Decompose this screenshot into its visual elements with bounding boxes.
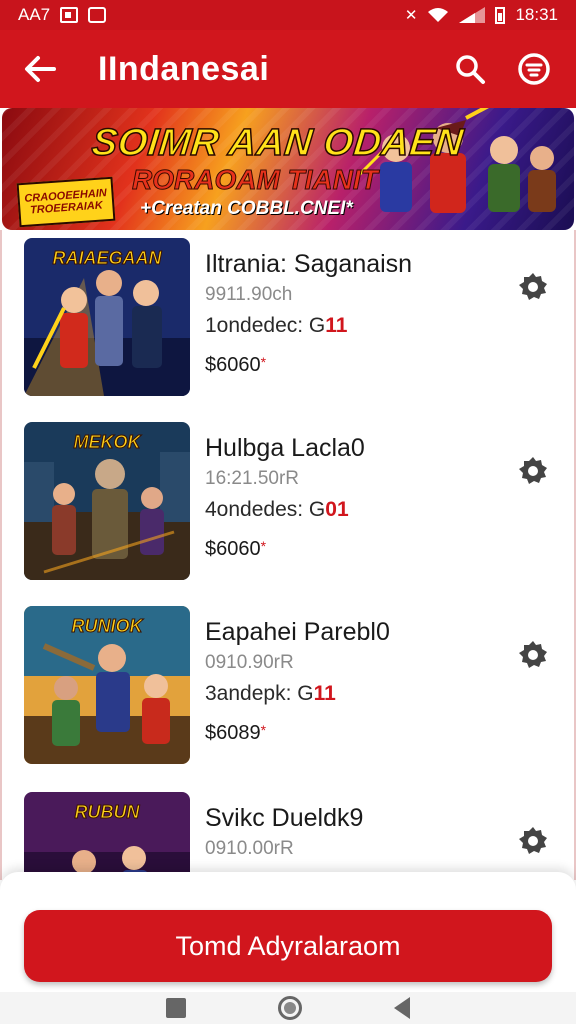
game-thumbnail[interactable]: RUNIOK	[24, 606, 190, 764]
game-price-value: $6089	[205, 722, 261, 744]
status-left: AA7	[18, 5, 107, 25]
image-notification-icon	[88, 7, 107, 23]
banner-tagline: +Creatan COBBL.CNEI*	[140, 198, 353, 219]
back-button[interactable]	[20, 49, 60, 89]
game-price-value: $6060	[205, 354, 261, 376]
list-item[interactable]: RUNIOK Eapahei Parebl0 0910.90rR 3andepk…	[2, 602, 574, 764]
status-bar: AA7 ✕ 18:31	[0, 0, 576, 30]
price-star-icon: *	[260, 722, 267, 738]
search-button[interactable]	[448, 47, 492, 91]
game-settings-button[interactable]	[516, 824, 550, 858]
system-nav-bar	[0, 992, 576, 1024]
game-settings-button[interactable]	[516, 454, 550, 488]
primary-action-button[interactable]: Tomd Adyralaraom	[24, 910, 552, 982]
clock: 18:31	[515, 5, 558, 24]
game-price-value: $6060	[205, 538, 261, 560]
status-right: ✕ 18:31	[405, 5, 558, 25]
signal-icon	[459, 7, 486, 23]
thumbnail-logo: RUBUN	[74, 802, 140, 823]
nav-back-button[interactable]	[394, 997, 410, 1019]
game-title: Hulbga Laclа0	[205, 434, 365, 462]
game-title: Iltrania: Saganaisn	[205, 250, 413, 278]
game-meta: 0910.00rR	[205, 838, 294, 859]
gear-icon	[519, 457, 547, 484]
carrier-label: AA7	[18, 5, 51, 24]
price-star-icon: *	[260, 538, 267, 554]
filter-icon	[518, 53, 550, 85]
thumbnail-logo: RUNIOK	[71, 616, 143, 637]
game-settings-button[interactable]	[516, 638, 550, 672]
banner-badge: CRAOOEEHAIN TROEERAIAK	[16, 176, 116, 228]
list-item[interactable]: RUBUN Svikc Dueldk9 0910.00rR	[2, 788, 574, 880]
game-thumbnail[interactable]: RAIAEGAAN	[24, 238, 190, 396]
home-button[interactable]	[278, 996, 302, 1020]
game-title: Eapahei Parebl0	[205, 618, 390, 646]
page-title: IIndanesai	[98, 49, 270, 88]
game-info-line: 4ondedes: G01	[205, 498, 349, 522]
game-thumbnail[interactable]: RUBUN	[24, 792, 190, 880]
list-item[interactable]: MEKOK Hulbga Laclа0 16:21.50rR 4ondedes:…	[2, 418, 574, 580]
game-meta: 9911.90ch	[205, 284, 293, 305]
thumbnail-logo: MEKOK	[73, 432, 141, 453]
search-icon	[456, 55, 485, 84]
gear-icon	[519, 641, 547, 668]
gear-icon	[519, 827, 547, 854]
game-info-highlight: 11	[313, 682, 336, 705]
game-thumbnail[interactable]: MEKOK	[24, 422, 190, 580]
recents-button[interactable]	[166, 998, 186, 1018]
filter-button[interactable]	[512, 47, 556, 91]
list-item[interactable]: RAIAEGAAN Iltrania: Saganaisn 9911.90ch …	[2, 234, 574, 396]
game-info-prefix: 3andepk: G	[205, 682, 314, 705]
banner-title: SOIMR AAN ODAEN	[89, 121, 466, 165]
battery-icon	[495, 6, 506, 24]
game-list: RAIAEGAAN Iltrania: Saganaisn 9911.90ch …	[0, 230, 576, 880]
game-meta: 16:21.50rR	[205, 468, 300, 489]
game-info-prefix: 1ondedec: G	[205, 314, 326, 337]
game-settings-button[interactable]	[516, 270, 550, 304]
price-star-icon: *	[260, 354, 267, 370]
banner-subtitle: RORAOAM TIANIT	[132, 164, 379, 196]
game-info-line: 3andepk: G11	[205, 682, 336, 706]
game-price: $6060*	[205, 538, 266, 561]
game-price: $6089*	[205, 722, 266, 745]
gallery-notification-icon	[60, 7, 79, 23]
game-meta: 0910.90rR	[205, 652, 294, 673]
game-info-line: 1ondedec: G11	[205, 314, 347, 338]
game-title: Svikc Dueldk9	[205, 804, 364, 832]
wifi-icon	[428, 8, 449, 22]
promo-banner[interactable]: SOIMR AAN ODAEN RORAOAM TIANIT +Creatan …	[2, 108, 574, 230]
mute-icon: ✕	[404, 6, 418, 24]
game-info-highlight: 11	[325, 314, 348, 337]
game-info-highlight: 01	[325, 498, 349, 521]
app-bar: IIndanesai	[0, 30, 576, 108]
thumbnail-logo: RAIAEGAAN	[52, 248, 162, 269]
game-info-prefix: 4ondedes: G	[205, 498, 326, 521]
arrow-left-icon	[25, 56, 56, 82]
gear-icon	[519, 273, 547, 300]
game-price: $6060*	[205, 354, 266, 377]
